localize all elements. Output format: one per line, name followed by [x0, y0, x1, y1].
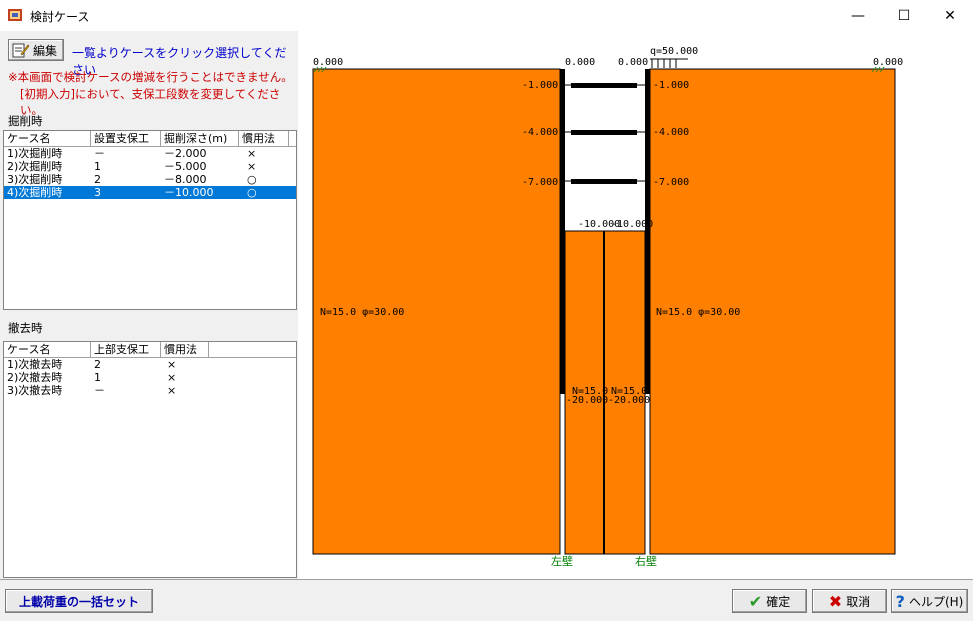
help-label: ヘルプ(H) [908, 594, 964, 609]
label-strut-1-left: -1.000 [522, 80, 558, 91]
maximize-button[interactable]: ☐ [881, 0, 927, 31]
edit-button-label: 編集 [33, 43, 58, 58]
wall-left [560, 69, 565, 394]
label-ground-right: 0.000 [873, 57, 903, 68]
edit-button[interactable]: 編集 [8, 39, 64, 61]
table-row[interactable]: 3)次撤去時 － × [4, 384, 296, 397]
edit-icon [12, 43, 30, 58]
wall-right [645, 69, 650, 394]
col-upper-support[interactable]: 上部支保工 [91, 342, 161, 357]
label-toe-right: -20.000 [608, 395, 650, 406]
excavation-case-list[interactable]: ケース名 設置支保工 掘削深さ(m) 慣用法 1)次掘削時 － －2.000 ×… [3, 130, 297, 310]
title-bar: 検討ケース — ☐ ✕ [0, 0, 973, 31]
label-strut-2-right: -4.000 [653, 127, 689, 138]
app-icon [8, 9, 22, 21]
label-ground-inner-left: 0.000 [565, 57, 595, 68]
window-title: 検討ケース [30, 10, 90, 24]
table-row[interactable]: 1)次撤去時 2 × [4, 358, 296, 371]
col-method[interactable]: 慣用法 [239, 131, 289, 146]
excavation-diagram: 0.000 0.000 0.000 0.000 q=50.000 -1.000 … [312, 46, 903, 568]
diagram-panel: 0.000 0.000 0.000 0.000 q=50.000 -1.000 … [298, 31, 973, 579]
strut-3 [565, 179, 645, 184]
label-strut-3-left: -7.000 [522, 177, 558, 188]
removal-list-header: ケース名 上部支保工 慣用法 [4, 342, 296, 358]
table-row[interactable]: 2)次撤去時 1 × [4, 371, 296, 384]
label-strut-3-right: -7.000 [653, 177, 689, 188]
bottom-bar: 上載荷重の一括セット ✔ 確定 ✖ 取消 ? ヘルプ(H) [0, 579, 973, 621]
label-strut-1-right: -1.000 [653, 80, 689, 91]
minimize-button[interactable]: — [835, 0, 881, 31]
label-wall-left: 左壁 [551, 554, 573, 568]
col-depth[interactable]: 掘削深さ(m) [161, 131, 239, 146]
label-soil-right: N=15.0 φ=30.00 [656, 307, 740, 318]
excavation-list-header: ケース名 設置支保工 掘削深さ(m) 慣用法 [4, 131, 296, 147]
close-button[interactable]: ✕ [927, 0, 973, 31]
strut-2 [565, 130, 645, 135]
label-soil-left: N=15.0 φ=30.00 [320, 307, 404, 318]
label-excavation-right: -10.000 [611, 219, 653, 230]
cancel-button[interactable]: ✖ 取消 [812, 589, 887, 613]
help-icon: ? [895, 591, 905, 611]
table-row[interactable]: 2)次掘削時 1 －5.000 × [4, 160, 296, 173]
table-row[interactable]: 1)次掘削時 － －2.000 × [4, 147, 296, 160]
col-case-name[interactable]: ケース名 [4, 131, 91, 146]
load-arrows [650, 58, 688, 68]
label-ground-inner-right: 0.000 [618, 57, 648, 68]
col-case-name[interactable]: ケース名 [4, 342, 91, 357]
label-load: q=50.000 [650, 46, 698, 57]
help-button[interactable]: ? ヘルプ(H) [891, 589, 968, 613]
col-method[interactable]: 慣用法 [161, 342, 209, 357]
label-wall-right: 右壁 [635, 554, 657, 568]
warning-text-1: ※本画面で検討ケースの増減を行うことはできません。 [8, 70, 293, 84]
strut-1 [565, 83, 645, 88]
table-row-selected[interactable]: 4)次掘削時 3 －10.000 ○ [4, 186, 296, 199]
excavation-section-label: 掘削時 [8, 114, 43, 128]
check-icon: ✔ [748, 591, 763, 611]
bulk-load-label: 上載荷重の一括セット [18, 594, 139, 609]
warning-text-2: [初期入力]において、支保工段数を変更してください。 [20, 87, 281, 117]
cross-icon: ✖ [828, 591, 843, 611]
label-ground-left: 0.000 [313, 57, 343, 68]
bulk-load-button[interactable]: 上載荷重の一括セット [5, 589, 153, 613]
ok-label: 確定 [766, 594, 791, 609]
col-support[interactable]: 設置支保工 [91, 131, 161, 146]
cancel-label: 取消 [846, 594, 871, 609]
ok-button[interactable]: ✔ 確定 [732, 589, 807, 613]
case-panel: 編集 一覧よりケースをクリック選択してください ※本画面で検討ケースの増減を行う… [0, 31, 298, 579]
label-strut-2-left: -4.000 [522, 127, 558, 138]
label-toe-left: -20.000 [566, 395, 608, 406]
removal-case-list[interactable]: ケース名 上部支保工 慣用法 1)次撤去時 2 × 2)次撤去時 1 × 3)次… [3, 341, 297, 578]
removal-section-label: 撤去時 [8, 321, 43, 335]
table-row[interactable]: 3)次掘削時 2 －8.000 ○ [4, 173, 296, 186]
